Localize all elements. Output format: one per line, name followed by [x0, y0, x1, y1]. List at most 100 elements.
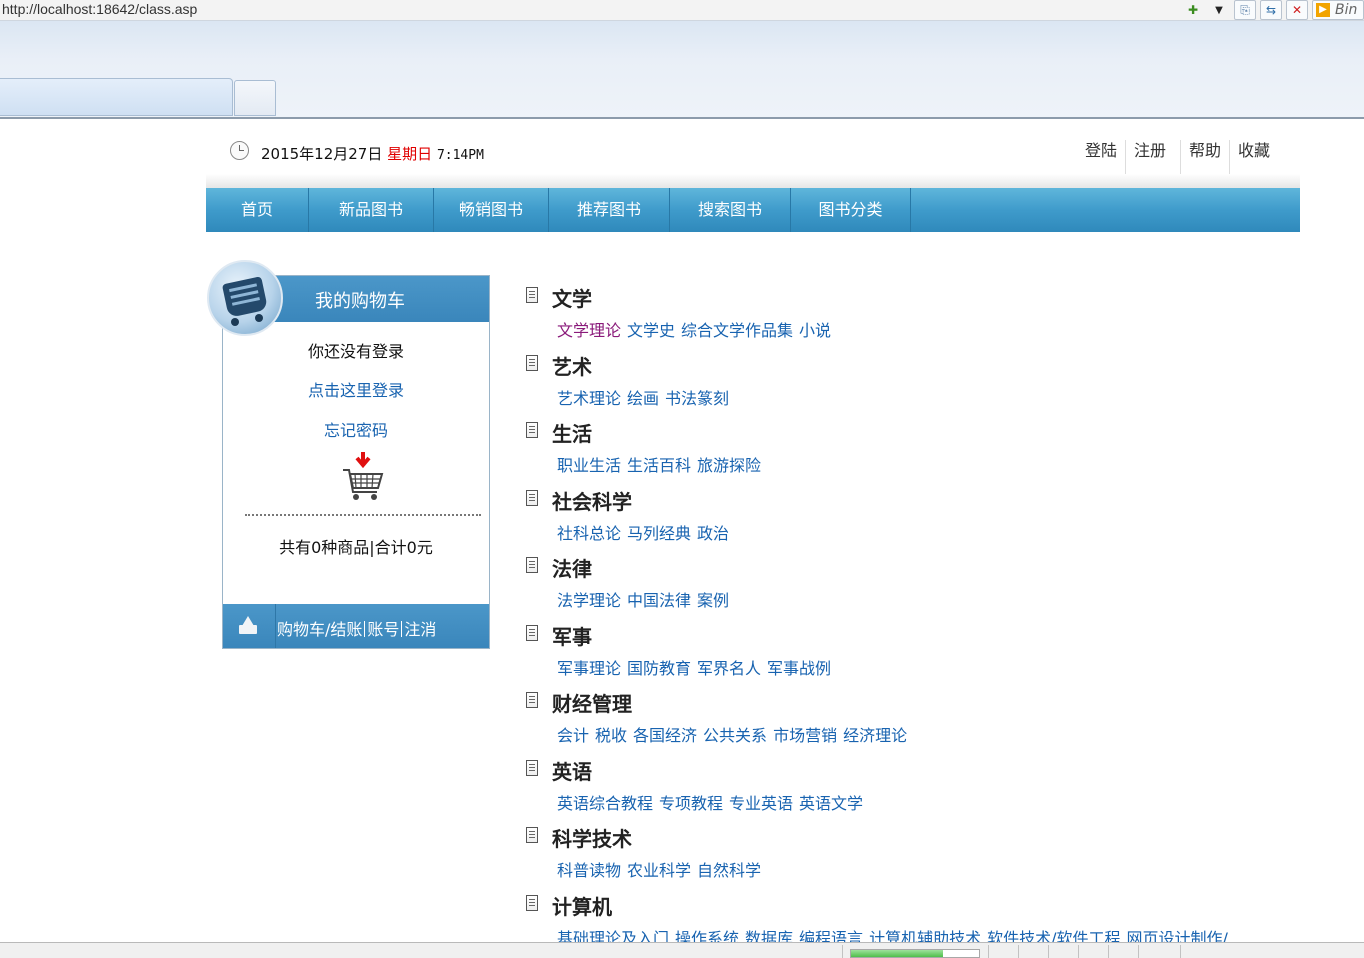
subcategory-links: 社科总论马列经典政治 [557, 520, 735, 544]
address-bar[interactable]: http://localhost:18642/class.asp ✚ ▼ ⎘ ⇆… [0, 0, 1364, 21]
compatibility-icon[interactable]: ✚ [1182, 0, 1204, 20]
subcategory-link[interactable]: 案例 [697, 591, 729, 610]
subcategory-link[interactable]: 税收 [595, 726, 627, 745]
logout-link[interactable]: 注消 [404, 620, 436, 639]
bing-search-icon[interactable]: ▶ Bin [1312, 0, 1364, 20]
nav-categories[interactable]: 图书分类 [791, 188, 911, 232]
subcategory-links: 会计税收各国经济公共关系市场营销经济理论 [557, 722, 913, 746]
subcategory-links: 英语综合教程专项教程专业英语英语文学 [557, 790, 869, 814]
account-links: 登陆 注册 帮助 收藏 [1077, 140, 1278, 174]
subcategory-link[interactable]: 专项教程 [659, 794, 723, 813]
category-title[interactable]: 社会科学 [552, 486, 632, 515]
category-title[interactable]: 英语 [552, 756, 592, 785]
dotted-divider [245, 514, 481, 516]
favorite-link[interactable]: 收藏 [1229, 140, 1278, 174]
login-link[interactable]: 登陆 [1077, 140, 1125, 174]
category-title[interactable]: 艺术 [552, 351, 592, 380]
nav-new-books[interactable]: 新品图书 [309, 188, 434, 232]
category-item: 艺术艺术理论绘画书法篆刻 [526, 351, 1326, 419]
subcategory-link[interactable]: 文学史 [627, 321, 675, 340]
category-title[interactable]: 文学 [552, 283, 592, 312]
top-info-bar: 2015年12月27日 星期日 7:14PM 登陆 注册 帮助 收藏 [230, 140, 1300, 166]
category-item: 文学文学理论文学史综合文学作品集小说 [526, 283, 1326, 351]
subcategory-link[interactable]: 英语综合教程 [557, 794, 653, 813]
subcategory-link[interactable]: 英语文学 [799, 794, 863, 813]
separator [364, 621, 365, 637]
category-title[interactable]: 计算机 [552, 891, 612, 920]
subcategory-link[interactable]: 综合文学作品集 [681, 321, 793, 340]
subcategory-link[interactable]: 政治 [697, 524, 729, 543]
nav-recommended[interactable]: 推荐图书 [549, 188, 670, 232]
subcategory-link[interactable]: 科普读物 [557, 861, 621, 880]
dropdown-arrow-icon[interactable]: ▼ [1208, 0, 1230, 20]
subcategory-links: 军事理论国防教育军界名人军事战例 [557, 655, 837, 679]
not-logged-in-text: 你还没有登录 [223, 338, 489, 362]
subcategory-link[interactable]: 军事战例 [767, 659, 831, 678]
subcategory-link[interactable]: 旅游探险 [697, 456, 761, 475]
nav-search-books[interactable]: 搜索图书 [670, 188, 791, 232]
subcategory-link[interactable]: 艺术理论 [557, 389, 621, 408]
date-display: 2015年12月27日 星期日 7:14PM [261, 143, 484, 164]
help-link[interactable]: 帮助 [1180, 140, 1229, 174]
category-title[interactable]: 财经管理 [552, 688, 632, 717]
click-login-link[interactable]: 点击这里登录 [223, 377, 489, 401]
subcategory-links: 文学理论文学史综合文学作品集小说 [557, 317, 837, 341]
category-item: 军事军事理论国防教育军界名人军事战例 [526, 621, 1326, 689]
subcategory-link[interactable]: 军界名人 [697, 659, 761, 678]
forgot-password-link[interactable]: 忘记密码 [223, 417, 489, 441]
subcategory-links: 艺术理论绘画书法篆刻 [557, 385, 735, 409]
category-item: 生活职业生活生活百科旅游探险 [526, 418, 1326, 486]
book-icon [526, 287, 538, 303]
subcategory-link[interactable]: 生活百科 [627, 456, 691, 475]
subcategory-link[interactable]: 自然科学 [697, 861, 761, 880]
eject-icon [223, 604, 276, 648]
subcategory-link[interactable]: 书法篆刻 [665, 389, 729, 408]
category-item: 英语英语综合教程专项教程专业英语英语文学 [526, 756, 1326, 824]
time-text: 7:14PM [437, 148, 484, 163]
stop-icon[interactable]: ✕ [1286, 0, 1308, 20]
subcategory-link[interactable]: 公共关系 [703, 726, 767, 745]
checkout-link[interactable]: 购物车/结账 [277, 620, 362, 639]
category-title[interactable]: 科学技术 [552, 823, 632, 852]
nav-shadow [206, 174, 1300, 188]
subcategory-link[interactable]: 军事理论 [557, 659, 621, 678]
subcategory-link[interactable]: 会计 [557, 726, 589, 745]
book-icon [526, 895, 538, 911]
subcategory-link[interactable]: 国防教育 [627, 659, 691, 678]
address-url[interactable]: http://localhost:18642/class.asp [2, 0, 197, 18]
subcategory-link[interactable]: 各国经济 [633, 726, 697, 745]
shopping-cart-icon [341, 452, 385, 504]
nav-bestsellers[interactable]: 畅销图书 [434, 188, 549, 232]
new-tab-button[interactable] [234, 80, 276, 116]
account-link[interactable]: 账号 [367, 620, 399, 639]
bing-label: Bin [1335, 2, 1357, 18]
subcategory-link[interactable]: 社科总论 [557, 524, 621, 543]
book-icon [526, 760, 538, 776]
subcategory-link[interactable]: 农业科学 [627, 861, 691, 880]
book-icon [526, 625, 538, 641]
weekday-text: 星期日 [387, 145, 432, 163]
address-bar-buttons: ✚ ▼ ⎘ ⇆ ✕ ▶ Bin [1182, 0, 1364, 20]
subcategory-link[interactable]: 经济理论 [843, 726, 907, 745]
subcategory-link[interactable]: 职业生活 [557, 456, 621, 475]
category-title[interactable]: 法律 [552, 553, 592, 582]
category-title[interactable]: 生活 [552, 418, 592, 447]
nav-home[interactable]: 首页 [206, 188, 309, 232]
rss-icon[interactable]: ⎘ [1234, 0, 1256, 20]
cart-logo-icon [207, 260, 283, 336]
subcategory-link[interactable]: 中国法律 [627, 591, 691, 610]
subcategory-link[interactable]: 小说 [799, 321, 831, 340]
subcategory-link[interactable]: 文学理论 [557, 321, 621, 340]
browser-tab-active[interactable] [0, 78, 233, 116]
register-link[interactable]: 注册 [1125, 140, 1174, 174]
subcategory-link[interactable]: 绘画 [627, 389, 659, 408]
subcategory-link[interactable]: 专业英语 [729, 794, 793, 813]
book-icon [526, 692, 538, 708]
cart-footer-links: 购物车/结账账号注消 [277, 616, 436, 640]
refresh-icon[interactable]: ⇆ [1260, 0, 1282, 20]
category-title[interactable]: 军事 [552, 621, 592, 650]
category-item: 法律法学理论中国法律案例 [526, 553, 1326, 621]
subcategory-link[interactable]: 马列经典 [627, 524, 691, 543]
subcategory-link[interactable]: 市场营销 [773, 726, 837, 745]
subcategory-link[interactable]: 法学理论 [557, 591, 621, 610]
